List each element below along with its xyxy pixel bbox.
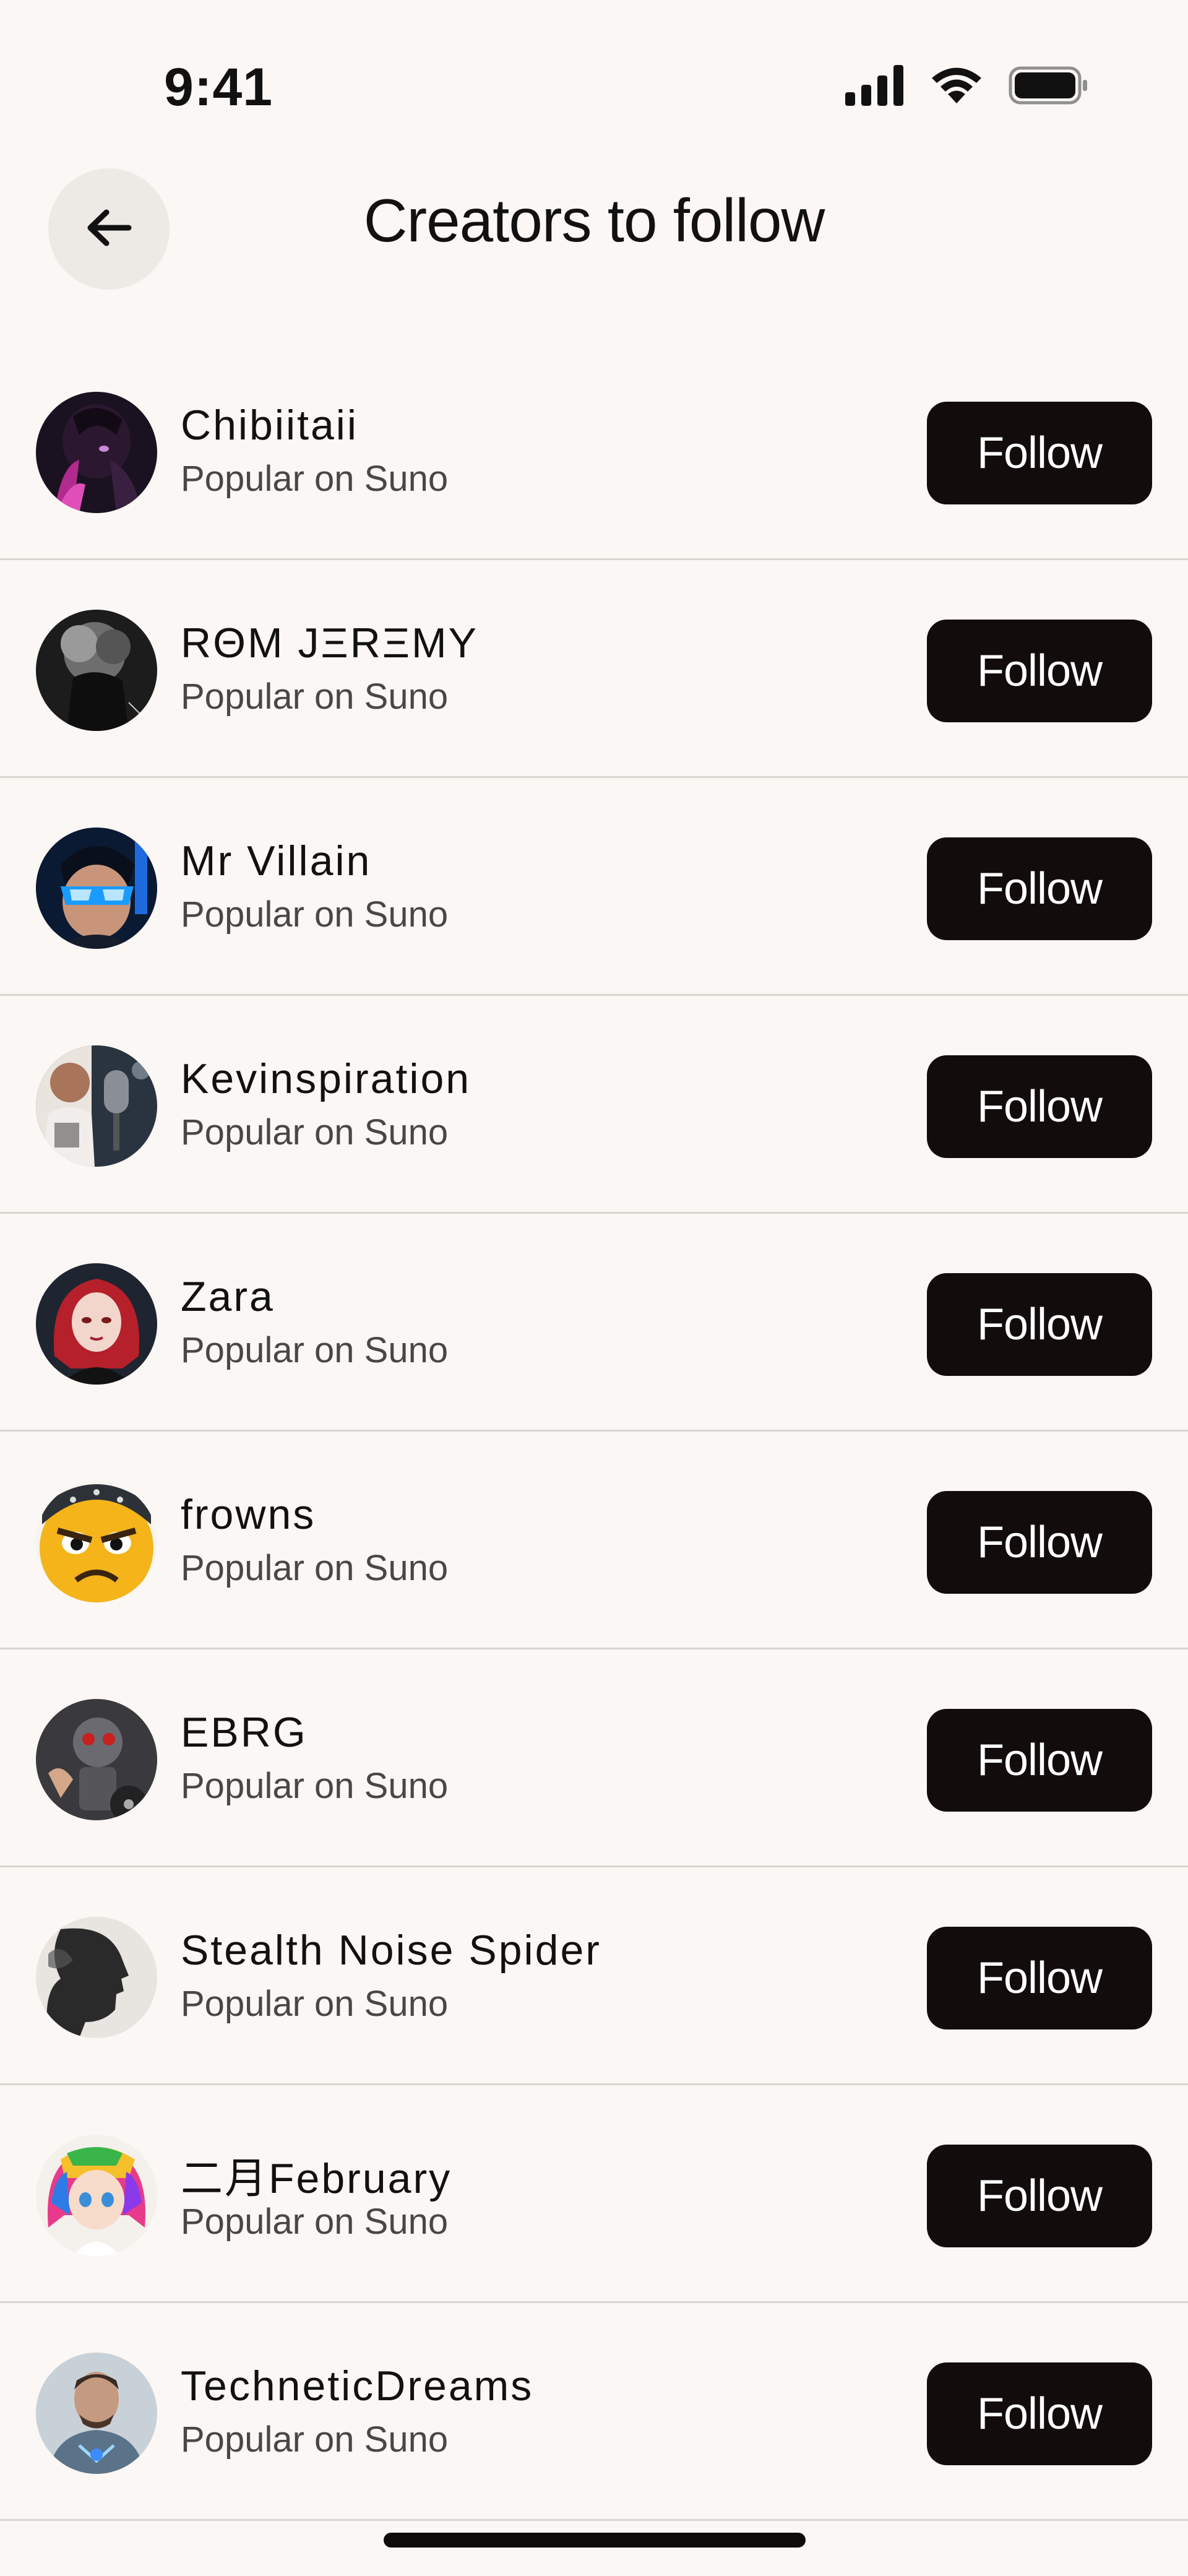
status-icons [845,62,1089,111]
follow-button[interactable]: Follow [927,402,1152,504]
creator-name[interactable]: frowns [181,1490,316,1539]
avatar-mr-villain[interactable] [36,828,157,949]
creator-subtitle: Popular on Suno [181,1548,449,1588]
follow-button[interactable]: Follow [927,837,1152,940]
follow-button[interactable]: Follow [927,1055,1152,1158]
follow-button[interactable]: Follow [927,1273,1152,1376]
avatar-zara[interactable] [36,1263,157,1385]
avatar-chibiitaii[interactable] [36,392,157,513]
avatar-frowns[interactable] [36,1481,157,1602]
creator-name[interactable]: Kevinspiration [181,1055,471,1103]
creator-row: Zara Popular on Suno Follow [0,1214,1188,1432]
creator-row: TechneticDreams Popular on Suno Follow [0,2303,1188,2521]
creator-subtitle: Popular on Suno [181,2202,449,2242]
follow-button[interactable]: Follow [927,1709,1152,1812]
battery-icon [1009,65,1089,109]
creator-name[interactable]: RΘM JΞRΞMY [181,619,478,667]
home-indicator[interactable] [384,2533,806,2548]
follow-button[interactable]: Follow [927,2362,1152,2465]
avatar-kevinspiration[interactable] [36,1045,157,1167]
creator-row: 二月February Popular on Suno Follow [0,2085,1188,2303]
wifi-icon [929,65,984,109]
follow-button[interactable]: Follow [927,2145,1152,2247]
creator-subtitle: Popular on Suno [181,2419,449,2460]
creator-name[interactable]: Zara [181,1273,275,1321]
creator-subtitle: Popular on Suno [181,1330,449,1370]
creator-name[interactable]: Stealth Noise Spider [181,1926,601,1974]
status-bar: 9:41 [0,0,1188,173]
avatar-stealth-noise-spider[interactable] [36,1917,157,2038]
cellular-signal-icon [845,64,905,109]
page-title: Creators to follow [363,186,825,254]
creator-subtitle: Popular on Suno [181,1766,449,1806]
creator-row: Kevinspiration Popular on Suno Follow [0,996,1188,1214]
creator-row: EBRG Popular on Suno Follow [0,1649,1188,1867]
creator-row: Stealth Noise Spider Popular on Suno Fol… [0,1867,1188,2085]
creator-subtitle: Popular on Suno [181,894,449,935]
creator-name[interactable]: 二月February [181,2144,452,2205]
follow-button[interactable]: Follow [927,1491,1152,1594]
creator-name[interactable]: EBRG [181,1708,308,1757]
status-time: 9:41 [164,58,273,117]
creator-subtitle: Popular on Suno [181,1984,449,2024]
follow-button[interactable]: Follow [927,620,1152,722]
creator-row: RΘM JΞRΞMY Popular on Suno Follow [0,560,1188,778]
follow-button[interactable]: Follow [927,1927,1152,2029]
creator-name[interactable]: TechneticDreams [181,2362,533,2410]
creator-subtitle: Popular on Suno [181,676,449,717]
avatar-february[interactable] [36,2135,157,2256]
creator-row: frowns Popular on Suno Follow [0,1432,1188,1649]
creator-row: Chibiitaii Popular on Suno Follow [0,342,1188,560]
avatar-ebrg[interactable] [36,1699,157,1820]
avatar-rom-jeremy[interactable] [36,610,157,731]
creator-row: Mr Villain Popular on Suno Follow [0,778,1188,996]
creator-name[interactable]: Mr Villain [181,837,371,885]
creator-name[interactable]: Chibiitaii [181,401,358,449]
creator-subtitle: Popular on Suno [181,1112,449,1152]
creator-list: Chibiitaii Popular on Suno Follow RΘM JΞ… [0,342,1188,2521]
creator-subtitle: Popular on Suno [181,459,449,499]
avatar-technetic-dreams[interactable] [36,2353,157,2474]
